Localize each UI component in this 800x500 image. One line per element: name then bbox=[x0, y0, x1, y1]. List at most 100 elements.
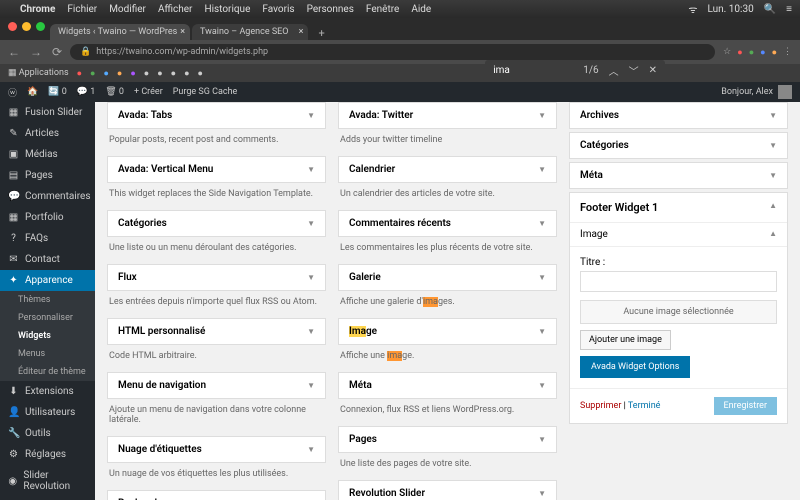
widget-item[interactable]: Méta▼ bbox=[338, 372, 557, 399]
menu-icon: ✎ bbox=[8, 128, 19, 139]
chevron-down-icon: ▼ bbox=[538, 435, 546, 444]
sidebar-item-apparence[interactable]: ✦Apparence bbox=[0, 270, 95, 291]
sidebar-item-pages[interactable]: ▤Pages bbox=[0, 165, 95, 186]
widget-item[interactable]: Catégories▼ bbox=[107, 210, 326, 237]
find-input[interactable] bbox=[493, 65, 573, 76]
sidebar-sub-menus[interactable]: Menus bbox=[0, 345, 95, 363]
menu-icon: ▦ bbox=[8, 212, 19, 223]
wp-logo-icon[interactable]: ⓦ bbox=[8, 86, 17, 99]
sidebar-item-slider-revolution[interactable]: ◉Slider Revolution bbox=[0, 465, 95, 497]
area-title[interactable]: Footer Widget 1▲ bbox=[570, 193, 787, 223]
lock-icon: 🔒 bbox=[80, 47, 91, 57]
wifi-icon[interactable]: ᯤ bbox=[688, 2, 697, 16]
widget-description: Popular posts, recent post and comments. bbox=[107, 132, 326, 153]
mac-menubar: Chrome Fichier Modifier Afficher Histori… bbox=[0, 0, 800, 18]
widget-item[interactable]: Avada: Tabs▼ bbox=[107, 102, 326, 129]
menu-icon: ◉ bbox=[8, 476, 17, 487]
tab-1[interactable]: Widgets ‹ Twaino — WordPres × bbox=[50, 24, 190, 40]
delete-link[interactable]: Supprimer bbox=[580, 401, 621, 411]
sidebar-sub-éditeur de thème[interactable]: Éditeur de thème bbox=[0, 363, 95, 381]
chevron-down-icon: ▼ bbox=[307, 381, 315, 390]
close-icon: × bbox=[180, 27, 185, 37]
menu-icon[interactable]: ≡ bbox=[786, 4, 792, 15]
sidebar-item-outils[interactable]: 🔧Outils bbox=[0, 423, 95, 444]
widget-item[interactable]: Rechercher▼ bbox=[107, 490, 326, 500]
sidebar-item-commentaires[interactable]: 💬Commentaires bbox=[0, 186, 95, 207]
tab-2[interactable]: Twaino – Agence SEO × bbox=[192, 24, 308, 40]
sidebar-sub-personnaliser[interactable]: Personnaliser bbox=[0, 309, 95, 327]
chevron-down-icon: ▼ bbox=[538, 273, 546, 282]
widget-item[interactable]: Avada: Twitter▼ bbox=[338, 102, 557, 129]
widget-item[interactable]: Nuage d'étiquettes▼ bbox=[107, 436, 326, 463]
avatar[interactable] bbox=[778, 85, 792, 99]
widget-item[interactable]: Galerie▼ bbox=[338, 264, 557, 291]
widget-item[interactable]: Pages▼ bbox=[338, 426, 557, 453]
widget-item[interactable]: Avada: Vertical Menu▼ bbox=[107, 156, 326, 183]
widget-item[interactable]: Image▼ bbox=[338, 318, 557, 345]
menu-icon: ▤ bbox=[8, 170, 19, 181]
apps-button[interactable]: ▦ Applications bbox=[8, 68, 69, 78]
address-bar[interactable]: 🔒 https://twaino.com/wp-admin/widgets.ph… bbox=[70, 44, 715, 60]
widget-description: Un nuage de vos étiquettes les plus util… bbox=[107, 466, 326, 487]
sidebar-item-faqs[interactable]: ?FAQs bbox=[0, 228, 95, 249]
find-prev-icon[interactable]: ︿ bbox=[609, 63, 619, 78]
widget-item[interactable]: Menu de navigation▼ bbox=[107, 372, 326, 399]
menu-icon: 🔧 bbox=[8, 428, 19, 439]
widget-options-button[interactable]: Avada Widget Options bbox=[580, 356, 690, 378]
new-tab-button[interactable]: + bbox=[310, 27, 332, 40]
chevron-down-icon: ▼ bbox=[538, 111, 546, 120]
add-image-button[interactable]: Ajouter une image bbox=[580, 330, 671, 350]
menu-icon: ▦ bbox=[8, 107, 19, 118]
sidebar-sub-widgets[interactable]: Widgets bbox=[0, 327, 95, 345]
widget-item[interactable]: Commentaires récents▼ bbox=[338, 210, 557, 237]
widget-item[interactable]: Revolution Slider▼ bbox=[338, 480, 557, 500]
browser-toolbar: ← → ⟳ 🔒 https://twaino.com/wp-admin/widg… bbox=[0, 40, 800, 64]
app-name[interactable]: Chrome bbox=[20, 4, 55, 15]
greeting[interactable]: Bonjour, Alex bbox=[721, 87, 773, 97]
reload-icon[interactable]: ⟳ bbox=[52, 45, 62, 59]
widget-description: Une liste des pages de votre site. bbox=[338, 456, 557, 477]
widget-description: Un calendrier des articles de votre site… bbox=[338, 186, 557, 207]
sidebar-item-contact[interactable]: ✉Contact bbox=[0, 249, 95, 270]
window-controls[interactable] bbox=[8, 22, 45, 31]
chevron-down-icon: ▼ bbox=[769, 141, 777, 150]
sidebar-sub-thèmes[interactable]: Thèmes bbox=[0, 291, 95, 309]
site-icon[interactable]: 🏠 bbox=[27, 87, 38, 97]
widget-description: Les entrées depuis n'importe quel flux R… bbox=[107, 294, 326, 315]
widget-instance-header[interactable]: Image▲ bbox=[570, 223, 787, 247]
widget-area-open: Footer Widget 1▲Image▲Titre :Aucune imag… bbox=[569, 192, 788, 424]
sidebar-item-articles[interactable]: ✎Articles bbox=[0, 123, 95, 144]
sidebar-item-réglages[interactable]: ⚙Réglages bbox=[0, 444, 95, 465]
widget-area-closed[interactable]: Archives▼ bbox=[569, 102, 788, 129]
sidebar-item-extensions[interactable]: ⬇Extensions bbox=[0, 381, 95, 402]
widget-item[interactable]: Calendrier▼ bbox=[338, 156, 557, 183]
widget-item[interactable]: Flux▼ bbox=[107, 264, 326, 291]
back-icon[interactable]: ← bbox=[8, 45, 20, 59]
chevron-down-icon: ▼ bbox=[538, 219, 546, 228]
widget-description: Affiche une image. bbox=[338, 348, 557, 369]
widget-description: Affiche une galerie d'images. bbox=[338, 294, 557, 315]
chevron-down-icon: ▼ bbox=[307, 445, 315, 454]
sidebar-item-utilisateurs[interactable]: 👤Utilisateurs bbox=[0, 402, 95, 423]
chevron-down-icon: ▼ bbox=[307, 273, 315, 282]
extension-icons[interactable]: ☆●●●●⋮ bbox=[723, 47, 792, 58]
widget-area-closed[interactable]: Catégories▼ bbox=[569, 132, 788, 159]
find-next-icon[interactable]: ﹀ bbox=[629, 63, 639, 78]
chevron-down-icon: ▼ bbox=[538, 381, 546, 390]
bookmarks-bar: ▦ Applications ●●●●●●●●●● bbox=[0, 64, 800, 82]
forward-icon[interactable]: → bbox=[30, 45, 42, 59]
done-link[interactable]: Terminé bbox=[628, 401, 661, 411]
widget-area-closed[interactable]: Méta▼ bbox=[569, 162, 788, 189]
widget-item[interactable]: HTML personnalisé▼ bbox=[107, 318, 326, 345]
sidebar-item-portfolio[interactable]: ▦Portfolio bbox=[0, 207, 95, 228]
widget-description: This widget replaces the Side Navigation… bbox=[107, 186, 326, 207]
menu-icon: ✉ bbox=[8, 254, 19, 265]
chevron-down-icon: ▼ bbox=[307, 111, 315, 120]
save-button[interactable]: Enregistrer bbox=[714, 397, 777, 415]
widget-description: Une liste ou un menu déroulant des catég… bbox=[107, 240, 326, 261]
spotlight-icon[interactable]: 🔍 bbox=[764, 4, 776, 15]
title-input[interactable] bbox=[580, 271, 777, 292]
sidebar-item-médias[interactable]: ▣Médias bbox=[0, 144, 95, 165]
find-close-icon[interactable]: ✕ bbox=[649, 65, 657, 76]
sidebar-item-fusion-slider[interactable]: ▦Fusion Slider bbox=[0, 102, 95, 123]
